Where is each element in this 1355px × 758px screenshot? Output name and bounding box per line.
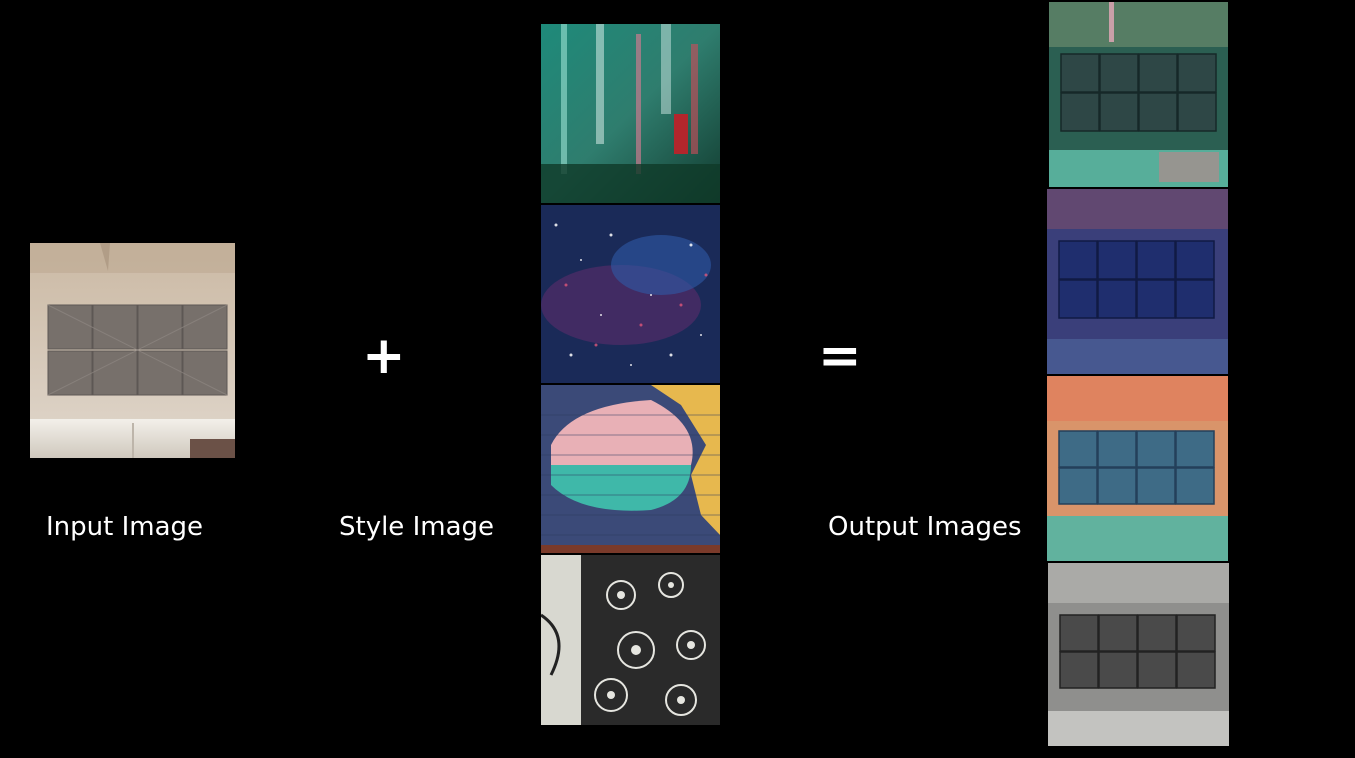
plus-operator: +	[362, 326, 406, 386]
input-image-label: Input Image	[46, 512, 204, 542]
equals-operator: =	[818, 326, 862, 386]
input-image	[30, 243, 235, 458]
style-image-label: Style Image	[339, 512, 494, 542]
style-image-floral-sketch	[541, 555, 720, 725]
output-image-abstract-paint	[1049, 2, 1228, 187]
style-image-galaxy	[541, 205, 720, 383]
output-image-floral-sketch	[1048, 563, 1229, 746]
style-image-brick-mural	[541, 385, 720, 553]
style-image-abstract-paint	[541, 24, 720, 203]
output-images-label: Output Images	[828, 512, 1022, 542]
output-image-brick-mural	[1047, 376, 1228, 561]
output-image-galaxy	[1047, 189, 1228, 374]
